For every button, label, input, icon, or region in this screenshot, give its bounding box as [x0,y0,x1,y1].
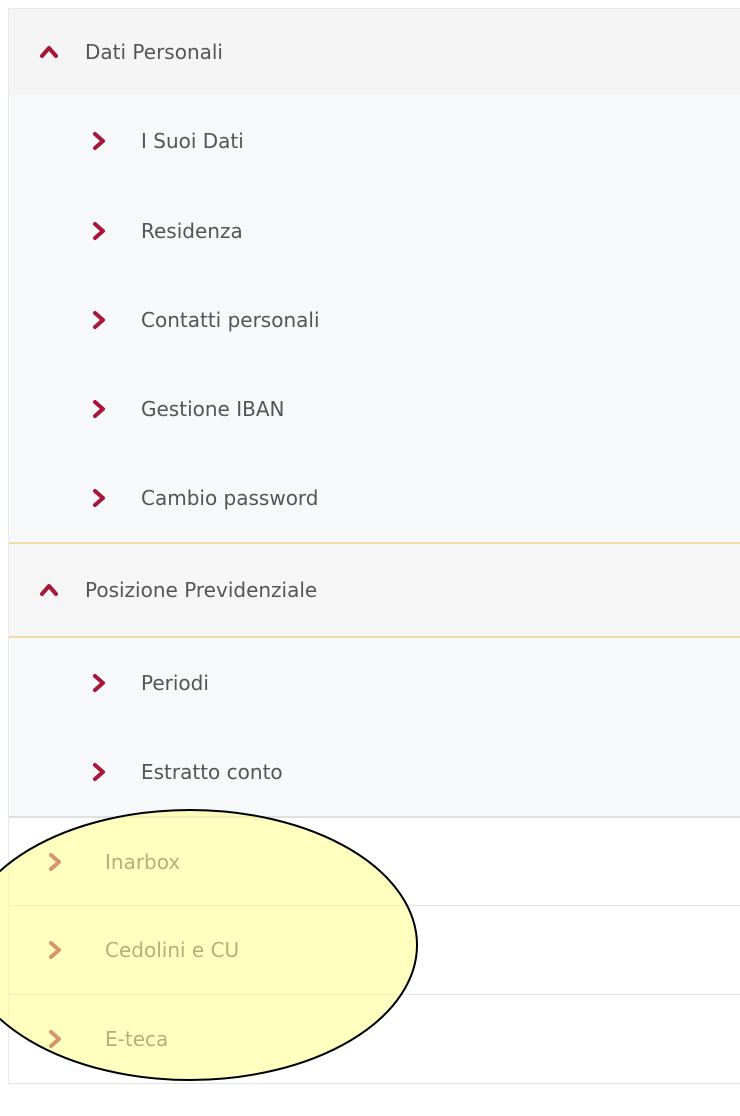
menu-item-gestione-iban[interactable]: Gestione IBAN [9,364,740,453]
menu-item-e-teca[interactable]: E-teca [9,995,740,1084]
menu-item-label: E-teca [105,1027,169,1051]
menu-item-label: Cambio password [141,485,319,510]
menu-item-contatti-personali[interactable]: Contatti personali [9,275,740,364]
menu-item-cedolini-e-cu[interactable]: Cedolini e CU [9,906,740,995]
section-dati-personali[interactable]: Dati Personali [9,9,740,95]
chevron-up-icon [39,42,59,62]
menu-item-label: I Suoi Dati [141,128,244,153]
menu-item-label: Contatti personali [141,307,320,332]
menu-item-label: Gestione IBAN [141,396,285,421]
chevron-right-icon [89,673,109,693]
chevron-right-icon [45,940,65,960]
menu-item-label: Inarbox [105,849,181,874]
chevron-right-icon [89,488,109,508]
section-label: Posizione Previdenziale [85,578,318,602]
menu-item-cambio-password[interactable]: Cambio password [9,453,740,542]
chevron-right-icon [45,852,65,872]
section-posizione-previdenziale[interactable]: Posizione Previdenziale [9,542,740,638]
menu-item-label: Periodi [141,670,209,695]
chevron-right-icon [89,399,109,419]
section-label: Dati Personali [85,40,223,64]
chevron-up-icon [39,580,59,600]
menu-item-residenza[interactable]: Residenza [9,186,740,275]
menu-item-label: Estratto conto [141,759,283,784]
chevron-right-icon [89,310,109,330]
chevron-right-icon [89,762,109,782]
chevron-right-icon [45,1029,65,1049]
menu-item-periodi[interactable]: Periodi [9,638,740,727]
menu-item-label: Residenza [141,218,243,243]
side-menu: Dati Personali I Suoi Dati Residenza Con… [8,8,740,1084]
menu-item-inarbox[interactable]: Inarbox [9,816,740,906]
menu-item-label: Cedolini e CU [105,938,240,962]
chevron-right-icon [89,221,109,241]
menu-item-estratto-conto[interactable]: Estratto conto [9,727,740,816]
chevron-right-icon [89,131,109,151]
menu-item-i-suoi-dati[interactable]: I Suoi Dati [9,95,740,186]
